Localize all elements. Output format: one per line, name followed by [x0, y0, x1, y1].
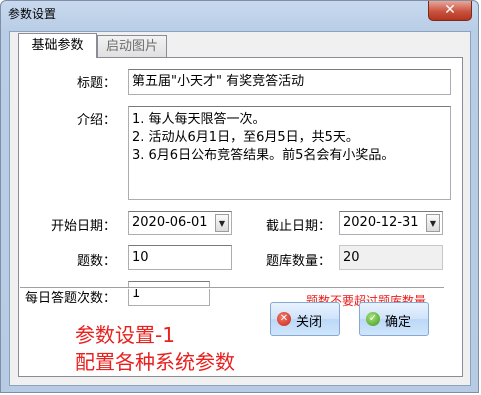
intro-line: 1. 每人每天限答一次。 — [132, 112, 266, 127]
daily-attempts-label: 每日答题次数： — [25, 291, 117, 306]
title-bar: 参数设置 ✕ — [1, 1, 478, 25]
confirm-button-label: 确定 — [385, 315, 412, 330]
end-date-label: 截止日期： — [266, 219, 332, 234]
bank-count-label: 题库数量： — [266, 254, 332, 269]
caption-line-2: 配置各种系统参数 — [75, 350, 235, 374]
close-button[interactable]: ✕ 关闭 — [270, 302, 340, 336]
tab-basic-params[interactable]: 基础参数 — [18, 33, 97, 58]
question-count-label: 题数： — [77, 254, 117, 269]
close-icon: ✕ — [277, 312, 291, 326]
question-count-input[interactable]: 10 — [128, 245, 232, 270]
end-date-value: 2020-12-31 — [343, 215, 419, 230]
end-date-picker[interactable]: 2020-12-31 ▼ — [339, 211, 443, 235]
separator-line — [20, 287, 444, 289]
intro-line: 3. 6月6日公布竞答结果。前5名会有小奖品。 — [132, 148, 395, 163]
confirm-button[interactable]: ✓ 确定 — [359, 302, 429, 336]
daily-attempts-input[interactable]: 1 — [128, 281, 210, 306]
intro-textarea[interactable]: 1. 每人每天限答一次。 2. 活动从6月1日，至6月5日，共5天。 3. 6月… — [128, 106, 451, 200]
title-label: 标题： — [77, 76, 117, 91]
close-button-label: 关闭 — [296, 315, 323, 330]
start-date-picker[interactable]: 2020-06-01 ▼ — [128, 211, 232, 235]
intro-label: 介绍： — [77, 113, 117, 128]
tab-startup-image[interactable]: 启动图片 — [97, 35, 167, 57]
window-close-button[interactable]: ✕ — [428, 1, 472, 21]
caption-line-1: 参数设置-1 — [75, 323, 175, 347]
title-input[interactable]: 第五届"小天才" 有奖竞答活动 — [128, 69, 451, 95]
intro-line: 2. 活动从6月1日，至6月5日，共5天。 — [132, 130, 359, 145]
title-input-value: 第五届"小天才" 有奖竞答活动 — [132, 74, 305, 89]
close-icon: ✕ — [444, 2, 456, 18]
window-title: 参数设置 — [8, 7, 57, 21]
start-date-label: 开始日期： — [51, 219, 117, 234]
bank-count-display: 20 — [339, 245, 443, 270]
end-date-dropdown-icon[interactable]: ▼ — [426, 214, 440, 232]
start-date-value: 2020-06-01 — [132, 215, 208, 230]
check-icon: ✓ — [366, 312, 380, 326]
bank-count-value: 20 — [343, 250, 360, 265]
start-date-dropdown-icon[interactable]: ▼ — [215, 214, 229, 232]
question-count-value: 10 — [132, 250, 149, 265]
